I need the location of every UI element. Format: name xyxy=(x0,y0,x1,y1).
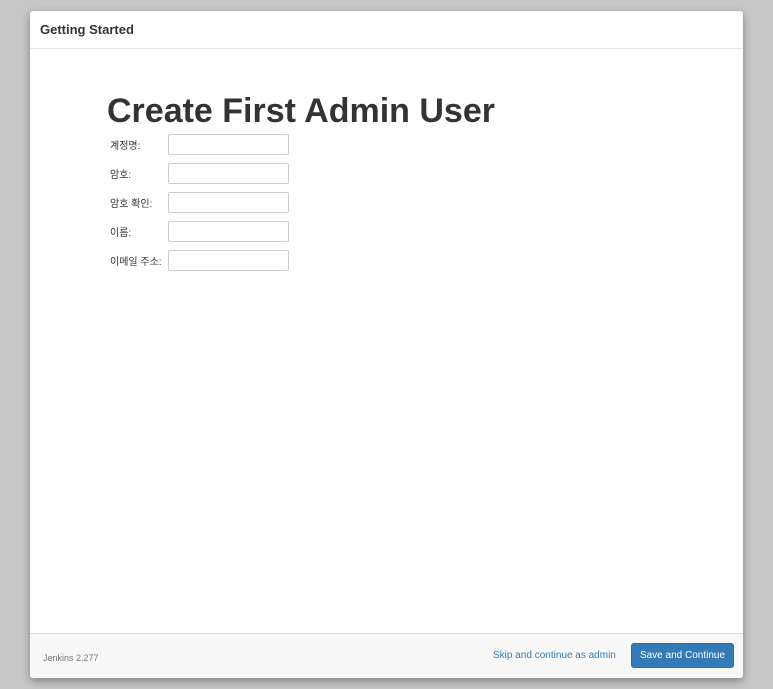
password-label: 암호: xyxy=(110,170,132,181)
skip-continue-admin-link[interactable]: Skip and continue as admin xyxy=(493,650,616,661)
dialog-header: Getting Started xyxy=(30,11,743,49)
password-row: 암호: xyxy=(110,163,289,184)
username-field[interactable] xyxy=(168,134,289,155)
page-title: Create First Admin User xyxy=(107,92,495,130)
email-label: 이메일 주소: xyxy=(110,257,162,268)
confirm-password-field[interactable] xyxy=(168,192,289,213)
dialog-title: Getting Started xyxy=(40,22,134,37)
username-label: 계정명: xyxy=(110,141,141,152)
admin-user-form: 계정명: 암호: 암호 확인: 이름: 이메일 주소: xyxy=(110,134,289,279)
save-and-continue-button[interactable]: Save and Continue xyxy=(631,643,734,668)
username-row: 계정명: xyxy=(110,134,289,155)
email-row: 이메일 주소: xyxy=(110,250,289,271)
dialog-body: Create First Admin User 계정명: 암호: 암호 확인: … xyxy=(30,49,743,633)
confirm-password-row: 암호 확인: xyxy=(110,192,289,213)
fullname-label: 이름: xyxy=(110,228,132,239)
setup-wizard-dialog: Getting Started Create First Admin User … xyxy=(30,11,743,678)
email-field[interactable] xyxy=(168,250,289,271)
confirm-password-label: 암호 확인: xyxy=(110,199,153,210)
fullname-field[interactable] xyxy=(168,221,289,242)
fullname-row: 이름: xyxy=(110,221,289,242)
version-label: Jenkins 2.277 xyxy=(43,653,99,663)
password-field[interactable] xyxy=(168,163,289,184)
dialog-footer: Jenkins 2.277 Skip and continue as admin… xyxy=(30,633,743,678)
